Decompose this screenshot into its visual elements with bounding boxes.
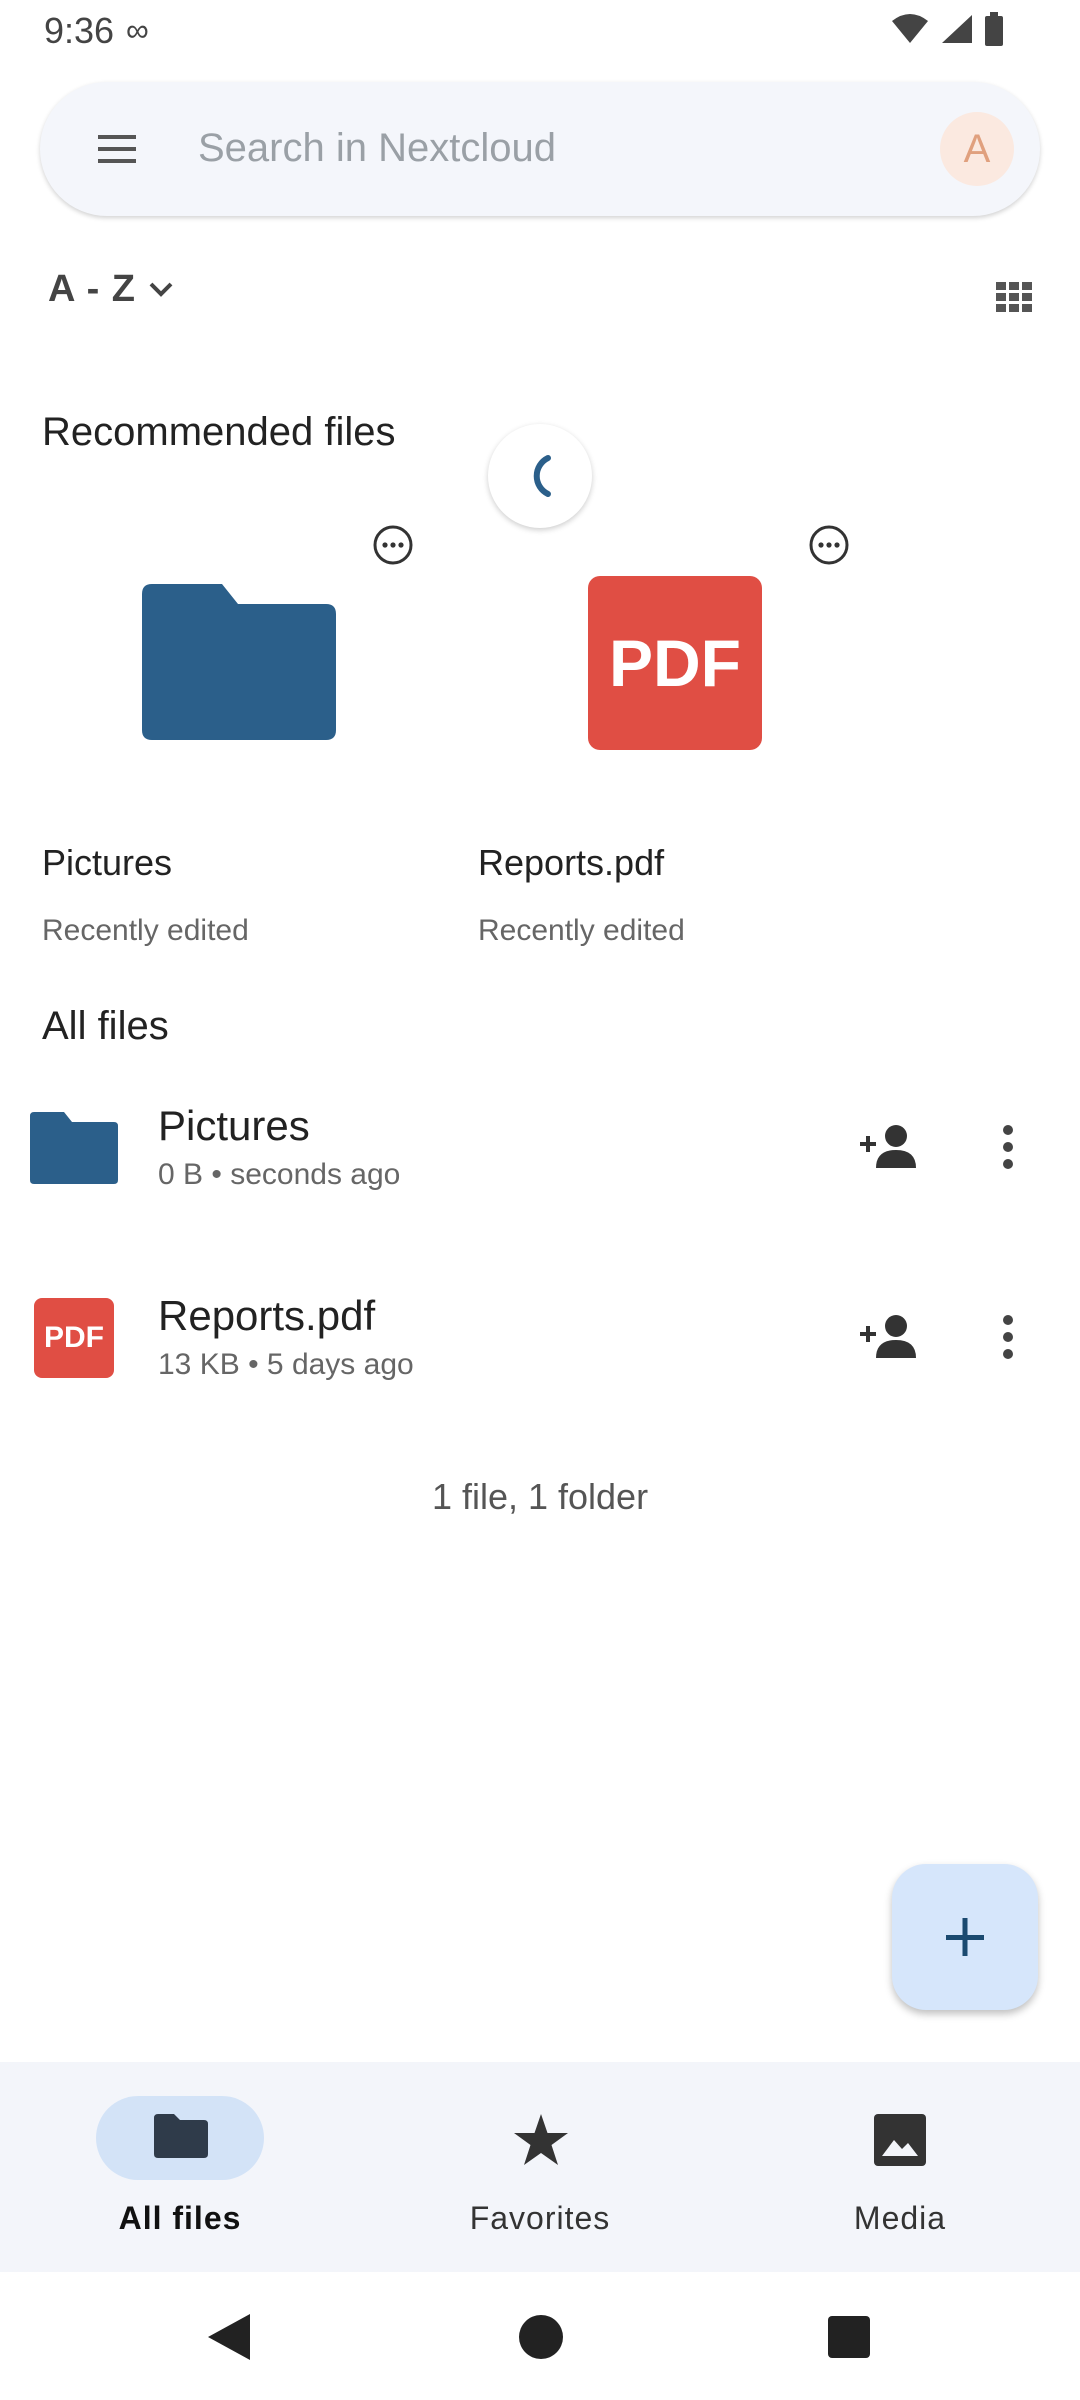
list-item[interactable]: PDF Reports.pdf 13 KB • 5 days ago xyxy=(0,1262,1080,1412)
nav-all-files[interactable]: All files xyxy=(0,2062,360,2272)
file-meta: 0 B • seconds ago xyxy=(158,1158,401,1191)
home-icon[interactable] xyxy=(518,2314,564,2360)
file-size: 0 B xyxy=(158,1158,204,1191)
recommended-card-pictures[interactable]: Pictures Recently edited xyxy=(42,520,462,960)
recents-icon[interactable] xyxy=(828,2316,870,2358)
nav-favorites[interactable]: Favorites xyxy=(360,2062,720,2272)
signal-icon xyxy=(942,15,972,43)
nav-media[interactable]: Media xyxy=(720,2062,1080,2272)
battery-icon xyxy=(985,12,1003,46)
more-options-icon[interactable] xyxy=(808,524,850,566)
more-vert-icon[interactable] xyxy=(1000,1314,1016,1360)
more-options-icon[interactable] xyxy=(372,524,414,566)
recommended-files-title: Recommended files xyxy=(42,410,396,454)
folder-icon xyxy=(30,1112,118,1184)
plus-icon xyxy=(946,1918,984,1956)
infinity-icon: ∞ xyxy=(126,12,149,48)
all-files-title: All files xyxy=(42,1004,169,1048)
refresh-spinner-icon xyxy=(533,455,551,497)
file-name: Reports.pdf xyxy=(158,1292,376,1339)
status-time: 9:36 xyxy=(44,10,115,51)
chevron-down-icon xyxy=(149,282,173,297)
system-navigation-bar xyxy=(0,2272,1080,2400)
back-icon[interactable] xyxy=(206,2312,252,2362)
status-bar: 9:36 ∞ xyxy=(0,0,1080,62)
list-item[interactable]: Pictures 0 B • seconds ago xyxy=(0,1072,1080,1222)
star-icon xyxy=(514,2114,568,2165)
file-modified: 5 days ago xyxy=(266,1348,414,1381)
recommended-file-name: Reports.pdf xyxy=(478,842,665,883)
avatar[interactable]: A xyxy=(940,112,1014,186)
file-modified: seconds ago xyxy=(230,1158,401,1191)
nav-label: All files xyxy=(118,2200,242,2236)
more-vert-icon[interactable] xyxy=(1000,1124,1016,1170)
pdf-icon: PDF xyxy=(34,1298,114,1378)
share-person-add-icon[interactable] xyxy=(860,1314,920,1358)
bottom-navigation: All files Favorites Media xyxy=(0,2062,1080,2272)
search-input[interactable]: Search in Nextcloud xyxy=(198,126,556,171)
add-button[interactable] xyxy=(892,1864,1038,2010)
wifi-icon xyxy=(892,14,928,43)
search-bar[interactable]: Search in Nextcloud A xyxy=(40,82,1040,216)
share-person-add-icon[interactable] xyxy=(860,1124,920,1168)
recommended-card-reports[interactable]: PDF Reports.pdf Recently edited xyxy=(478,520,898,960)
recommended-file-subtitle: Recently edited xyxy=(42,914,249,947)
nav-label: Favorites xyxy=(469,2200,611,2236)
recommended-file-name: Pictures xyxy=(42,842,173,883)
folder-icon xyxy=(154,2114,208,2158)
menu-icon[interactable] xyxy=(98,129,136,169)
loading-spinner xyxy=(488,424,592,528)
folder-icon xyxy=(142,584,336,740)
file-meta: 13 KB • 5 days ago xyxy=(158,1348,414,1381)
file-size: 13 KB xyxy=(158,1348,240,1381)
sort-label: A - Z xyxy=(48,268,137,310)
files-summary: 1 file, 1 folder xyxy=(431,1476,649,1517)
nav-label: Media xyxy=(853,2200,947,2236)
status-icons xyxy=(890,12,1004,46)
file-name: Pictures xyxy=(158,1102,310,1149)
sort-selector[interactable]: A - Z xyxy=(48,268,174,311)
grid-view-icon[interactable] xyxy=(996,282,1032,312)
image-icon xyxy=(874,2114,926,2166)
pdf-icon: PDF xyxy=(588,576,762,750)
recommended-file-subtitle: Recently edited xyxy=(478,914,685,947)
